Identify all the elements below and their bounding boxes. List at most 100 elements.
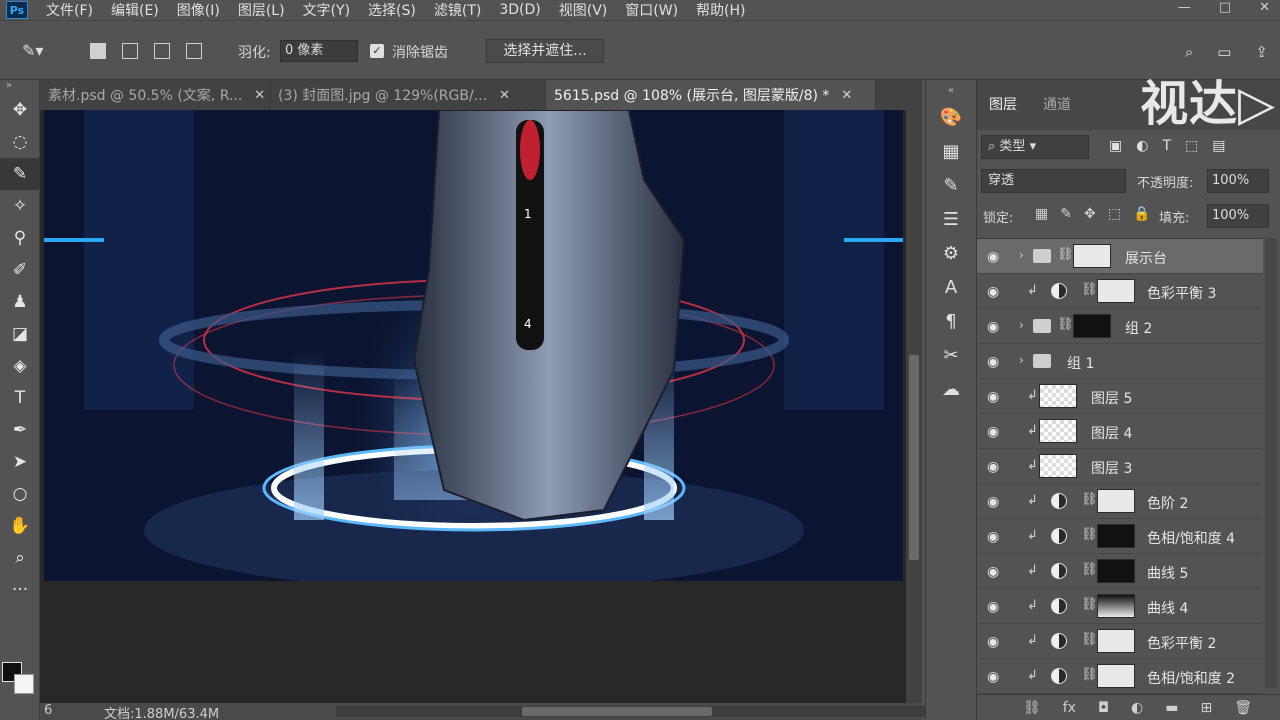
minimize-button[interactable]: —	[1178, 0, 1191, 15]
document-size[interactable]: 文档:1.88M/63.4M	[104, 703, 219, 720]
tab-cover[interactable]: (3) 封面图.jpg @ 129%(RGB/... ✕	[270, 80, 546, 110]
vertical-scroll-thumb[interactable]	[909, 355, 919, 560]
layers-scrollbar[interactable]	[1265, 238, 1277, 688]
lock-all-icon[interactable]: 🔒	[1133, 206, 1150, 222]
adjustments-icon[interactable]: ☰	[926, 202, 976, 236]
canvas-vertical-scrollbar[interactable]	[906, 110, 922, 703]
expand-chevron-icon[interactable]: ›	[1019, 353, 1024, 367]
layer-mask-thumbnail[interactable]	[1097, 629, 1135, 653]
opacity-input[interactable]: 100%	[1207, 169, 1269, 193]
visibility-eye-icon[interactable]: ◉	[987, 529, 999, 545]
layer-name[interactable]: 图层 4	[1091, 423, 1132, 443]
layer-row[interactable]: ◉ ↲ ⛓ 色阶 2	[977, 484, 1263, 519]
document-canvas[interactable]: 1 4	[44, 110, 903, 581]
zoom-indicator[interactable]: 6	[44, 703, 52, 718]
lock-position-icon[interactable]: ✥	[1084, 206, 1096, 222]
lock-pixels-icon[interactable]: ✎	[1060, 206, 1072, 222]
palette-icon[interactable]: 🎨	[926, 100, 976, 134]
horizontal-scroll-thumb[interactable]	[522, 707, 712, 716]
layer-thumbnail[interactable]	[1039, 419, 1077, 443]
subtract-selection-icon[interactable]	[154, 43, 170, 59]
layer-row[interactable]: ◉ › ⛓ 展示台	[977, 239, 1263, 274]
visibility-eye-icon[interactable]: ◉	[987, 319, 999, 335]
layer-mask-thumbnail[interactable]	[1097, 559, 1135, 583]
stamp-tool-icon[interactable]: ♟	[0, 286, 40, 318]
layer-mask-thumbnail[interactable]	[1097, 664, 1135, 688]
layer-row[interactable]: ◉ ↲ ⛓ 色相/饱和度 4	[977, 519, 1263, 554]
layer-name[interactable]: 色彩平衡 3	[1147, 283, 1216, 303]
menu-select[interactable]: 选择(S)	[368, 0, 416, 20]
canvas-horizontal-scrollbar[interactable]	[336, 706, 926, 717]
visibility-eye-icon[interactable]: ◉	[987, 599, 999, 615]
layer-row[interactable]: ◉ › 组 1	[977, 344, 1263, 379]
menu-edit[interactable]: 编辑(E)	[111, 0, 159, 20]
layer-row[interactable]: ◉ ↲ ⛓ 曲线 5	[977, 554, 1263, 589]
delete-layer-icon[interactable]: 🗑	[1234, 700, 1252, 716]
adjustment-filter-icon[interactable]: ◐	[1136, 138, 1148, 154]
menu-filter[interactable]: 滤镜(T)	[434, 0, 481, 20]
layer-row[interactable]: ◉ ↲ 图层 5	[977, 379, 1263, 414]
menu-image[interactable]: 图像(I)	[177, 0, 220, 20]
layer-name[interactable]: 组 2	[1125, 318, 1152, 338]
type-tool-icon[interactable]: T	[0, 382, 40, 414]
add-selection-icon[interactable]	[122, 43, 138, 59]
expand-chevron-icon[interactable]: ›	[1019, 318, 1024, 332]
type-filter-icon[interactable]: T	[1162, 138, 1171, 154]
new-group-icon[interactable]: ▬	[1165, 700, 1178, 716]
eyedropper-icon[interactable]: ⚲	[0, 222, 40, 254]
paragraph-icon[interactable]: ¶	[926, 304, 976, 338]
marquee-tool-icon[interactable]: ◌	[0, 126, 40, 158]
layer-row[interactable]: ◉ ↲ ⛓ 曲线 4	[977, 589, 1263, 624]
visibility-eye-icon[interactable]: ◉	[987, 249, 999, 265]
mask-link-icon[interactable]: ⛓	[1081, 282, 1098, 297]
collapse-icon[interactable]: «	[926, 80, 976, 100]
visibility-eye-icon[interactable]: ◉	[987, 459, 999, 475]
brush-tool-icon[interactable]: ✐	[0, 254, 40, 286]
move-tool-icon[interactable]: ✥	[0, 94, 40, 126]
layer-mask-thumbnail[interactable]	[1097, 524, 1135, 548]
expand-chevron-icon[interactable]: ›	[1019, 248, 1024, 262]
add-mask-icon[interactable]: ◘	[1098, 700, 1109, 716]
layer-mask-thumbnail[interactable]	[1097, 279, 1135, 303]
image-filter-icon[interactable]: ▣	[1109, 138, 1122, 154]
mask-link-icon[interactable]: ⛓	[1081, 597, 1098, 612]
layer-row[interactable]: ◉ ↲ ⛓ 色相/饱和度 2	[977, 659, 1263, 694]
mask-link-icon[interactable]: ⛓	[1057, 247, 1074, 262]
mask-link-icon[interactable]: ⛓	[1057, 317, 1074, 332]
layer-name[interactable]: 色阶 2	[1147, 493, 1188, 513]
menu-file[interactable]: 文件(F)	[46, 0, 93, 20]
share-icon[interactable]: ⇪	[1255, 43, 1268, 61]
properties-icon[interactable]: ⚙	[926, 236, 976, 270]
menu-type[interactable]: 文字(Y)	[303, 0, 350, 20]
link-layers-icon[interactable]: ⛓	[1023, 700, 1041, 716]
layer-row[interactable]: ◉ ↲ 图层 4	[977, 414, 1263, 449]
layer-row[interactable]: ◉ › ⛓ 组 2	[977, 309, 1263, 344]
layer-name[interactable]: 图层 5	[1091, 388, 1132, 408]
brush-settings-icon[interactable]: ✎	[926, 168, 976, 202]
menu-window[interactable]: 窗口(W)	[625, 0, 678, 20]
menu-help[interactable]: 帮助(H)	[696, 0, 745, 20]
mask-link-icon[interactable]: ⛓	[1081, 667, 1098, 682]
layer-name[interactable]: 曲线 5	[1147, 563, 1188, 583]
canvas-area[interactable]: 1 4	[40, 110, 906, 703]
tab-5615[interactable]: 5615.psd @ 108% (展示台, 图层蒙版/8) * ✕	[546, 80, 876, 110]
visibility-eye-icon[interactable]: ◉	[987, 669, 999, 685]
close-icon[interactable]: ✕	[254, 88, 265, 103]
layer-name[interactable]: 色彩平衡 2	[1147, 633, 1216, 653]
new-layer-icon[interactable]: ⊞	[1200, 700, 1212, 716]
visibility-eye-icon[interactable]: ◉	[987, 424, 999, 440]
toolbar-collapse-icon[interactable]: »	[0, 80, 39, 94]
tab-channels[interactable]: 通道	[1043, 94, 1071, 114]
close-button[interactable]: ✕	[1259, 0, 1270, 15]
blend-mode-select[interactable]: 穿透	[981, 169, 1126, 193]
layer-row[interactable]: ◉ ↲ ⛓ 色彩平衡 3	[977, 274, 1263, 309]
path-select-icon[interactable]: ➤	[0, 446, 40, 478]
layer-name[interactable]: 色相/饱和度 2	[1147, 668, 1235, 688]
intersect-selection-icon[interactable]	[186, 43, 202, 59]
tools-icon[interactable]: ✂	[926, 338, 976, 372]
background-color-swatch[interactable]	[14, 674, 34, 694]
layer-name[interactable]: 展示台	[1125, 248, 1167, 268]
visibility-eye-icon[interactable]: ◉	[987, 564, 999, 580]
lasso-tool-icon[interactable]: ✎	[0, 158, 40, 190]
tab-layers[interactable]: 图层	[989, 94, 1017, 114]
